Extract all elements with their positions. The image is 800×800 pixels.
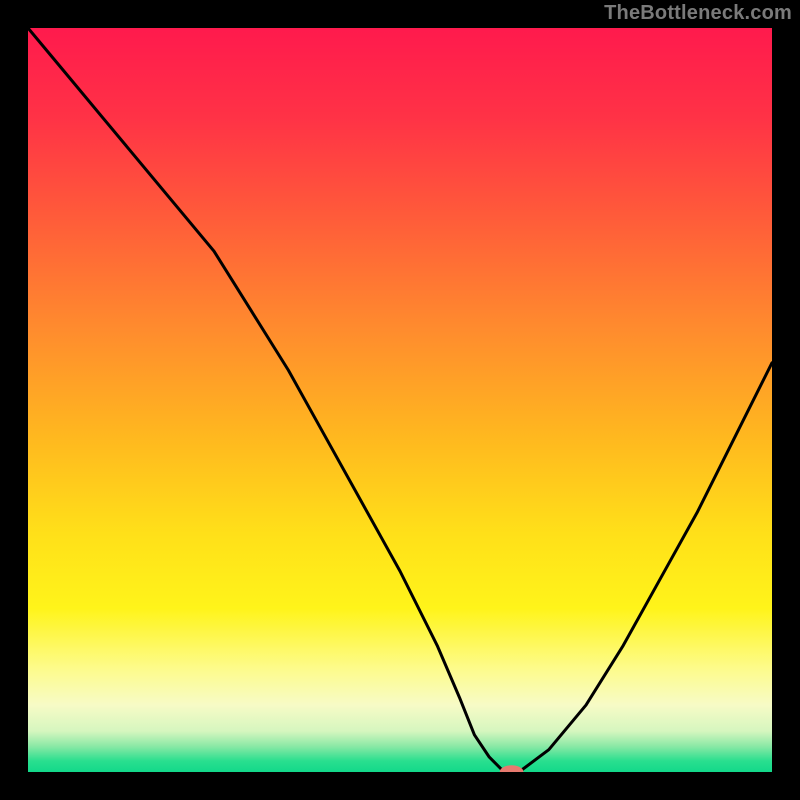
chart-frame: TheBottleneck.com — [0, 0, 800, 800]
plot-area — [28, 28, 772, 772]
attribution-text: TheBottleneck.com — [604, 2, 792, 25]
bottleneck-chart — [28, 28, 772, 772]
gradient-background — [28, 28, 772, 772]
